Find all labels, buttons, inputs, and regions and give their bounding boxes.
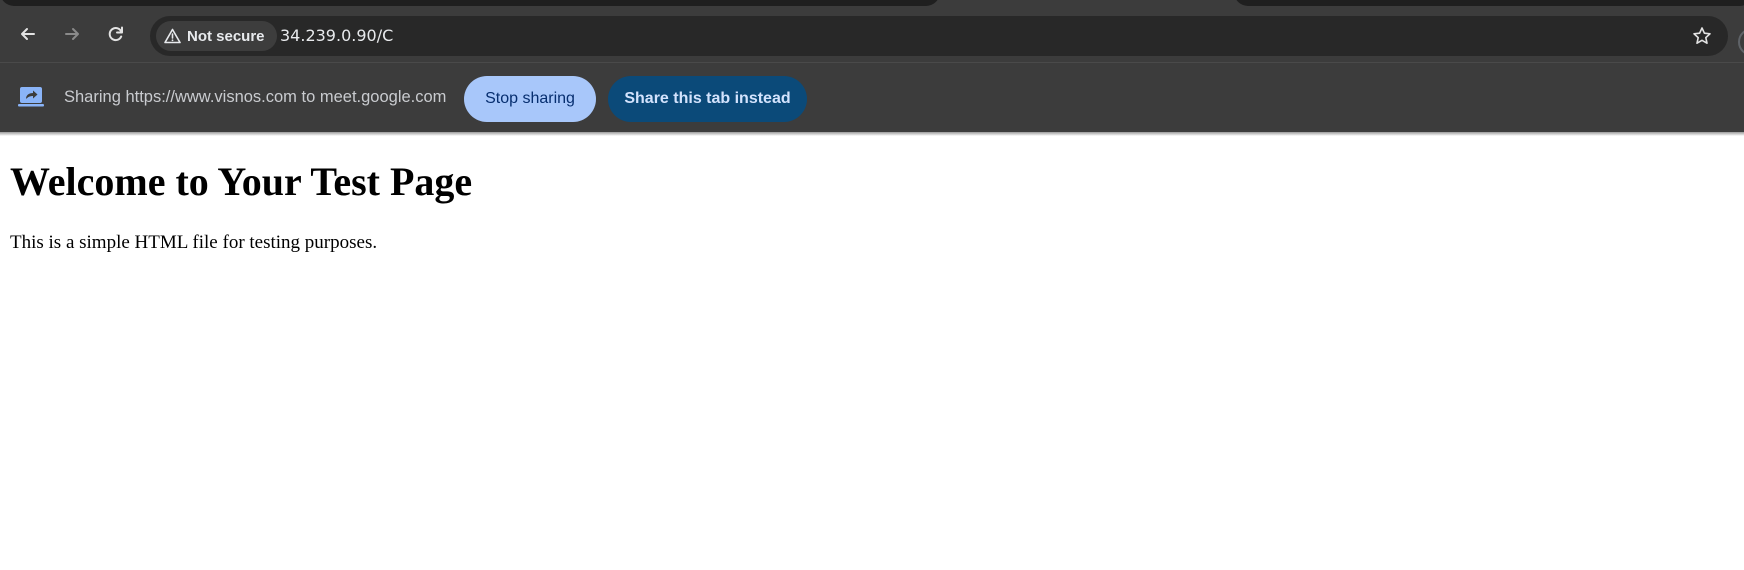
url-text[interactable]: 34.239.0.90/C bbox=[280, 26, 393, 45]
warning-triangle-icon bbox=[164, 28, 181, 44]
reload-icon bbox=[108, 26, 123, 41]
arrow-left-icon bbox=[21, 28, 35, 40]
reload-button[interactable] bbox=[98, 16, 134, 52]
security-label: Not secure bbox=[187, 27, 265, 45]
share-this-tab-button[interactable]: Share this tab instead bbox=[608, 76, 807, 122]
security-indicator[interactable]: Not secure bbox=[156, 21, 277, 51]
page-heading: Welcome to Your Test Page bbox=[10, 159, 473, 204]
web-page-content: Welcome to Your Test Page This is a simp… bbox=[0, 136, 1744, 570]
page-paragraph: This is a simple HTML file for testing p… bbox=[10, 232, 378, 253]
forward-button[interactable] bbox=[54, 16, 90, 52]
browser-toolbar: Not secure 34.239.0.90/C bbox=[0, 6, 1744, 62]
profile-button-edge[interactable] bbox=[1738, 28, 1744, 56]
star-outline-icon bbox=[1693, 27, 1711, 44]
stop-sharing-button[interactable]: Stop sharing bbox=[464, 76, 596, 122]
back-button[interactable] bbox=[10, 16, 46, 52]
arrow-right-icon bbox=[65, 28, 79, 40]
sharing-message: Sharing https://www.visnos.com to meet.g… bbox=[64, 88, 447, 106]
screen-sharing-infobar: Sharing https://www.visnos.com to meet.g… bbox=[0, 62, 1744, 132]
screen-share-icon bbox=[18, 87, 44, 107]
bookmark-button[interactable] bbox=[1688, 22, 1716, 50]
address-bar[interactable]: Not secure 34.239.0.90/C bbox=[150, 16, 1728, 56]
